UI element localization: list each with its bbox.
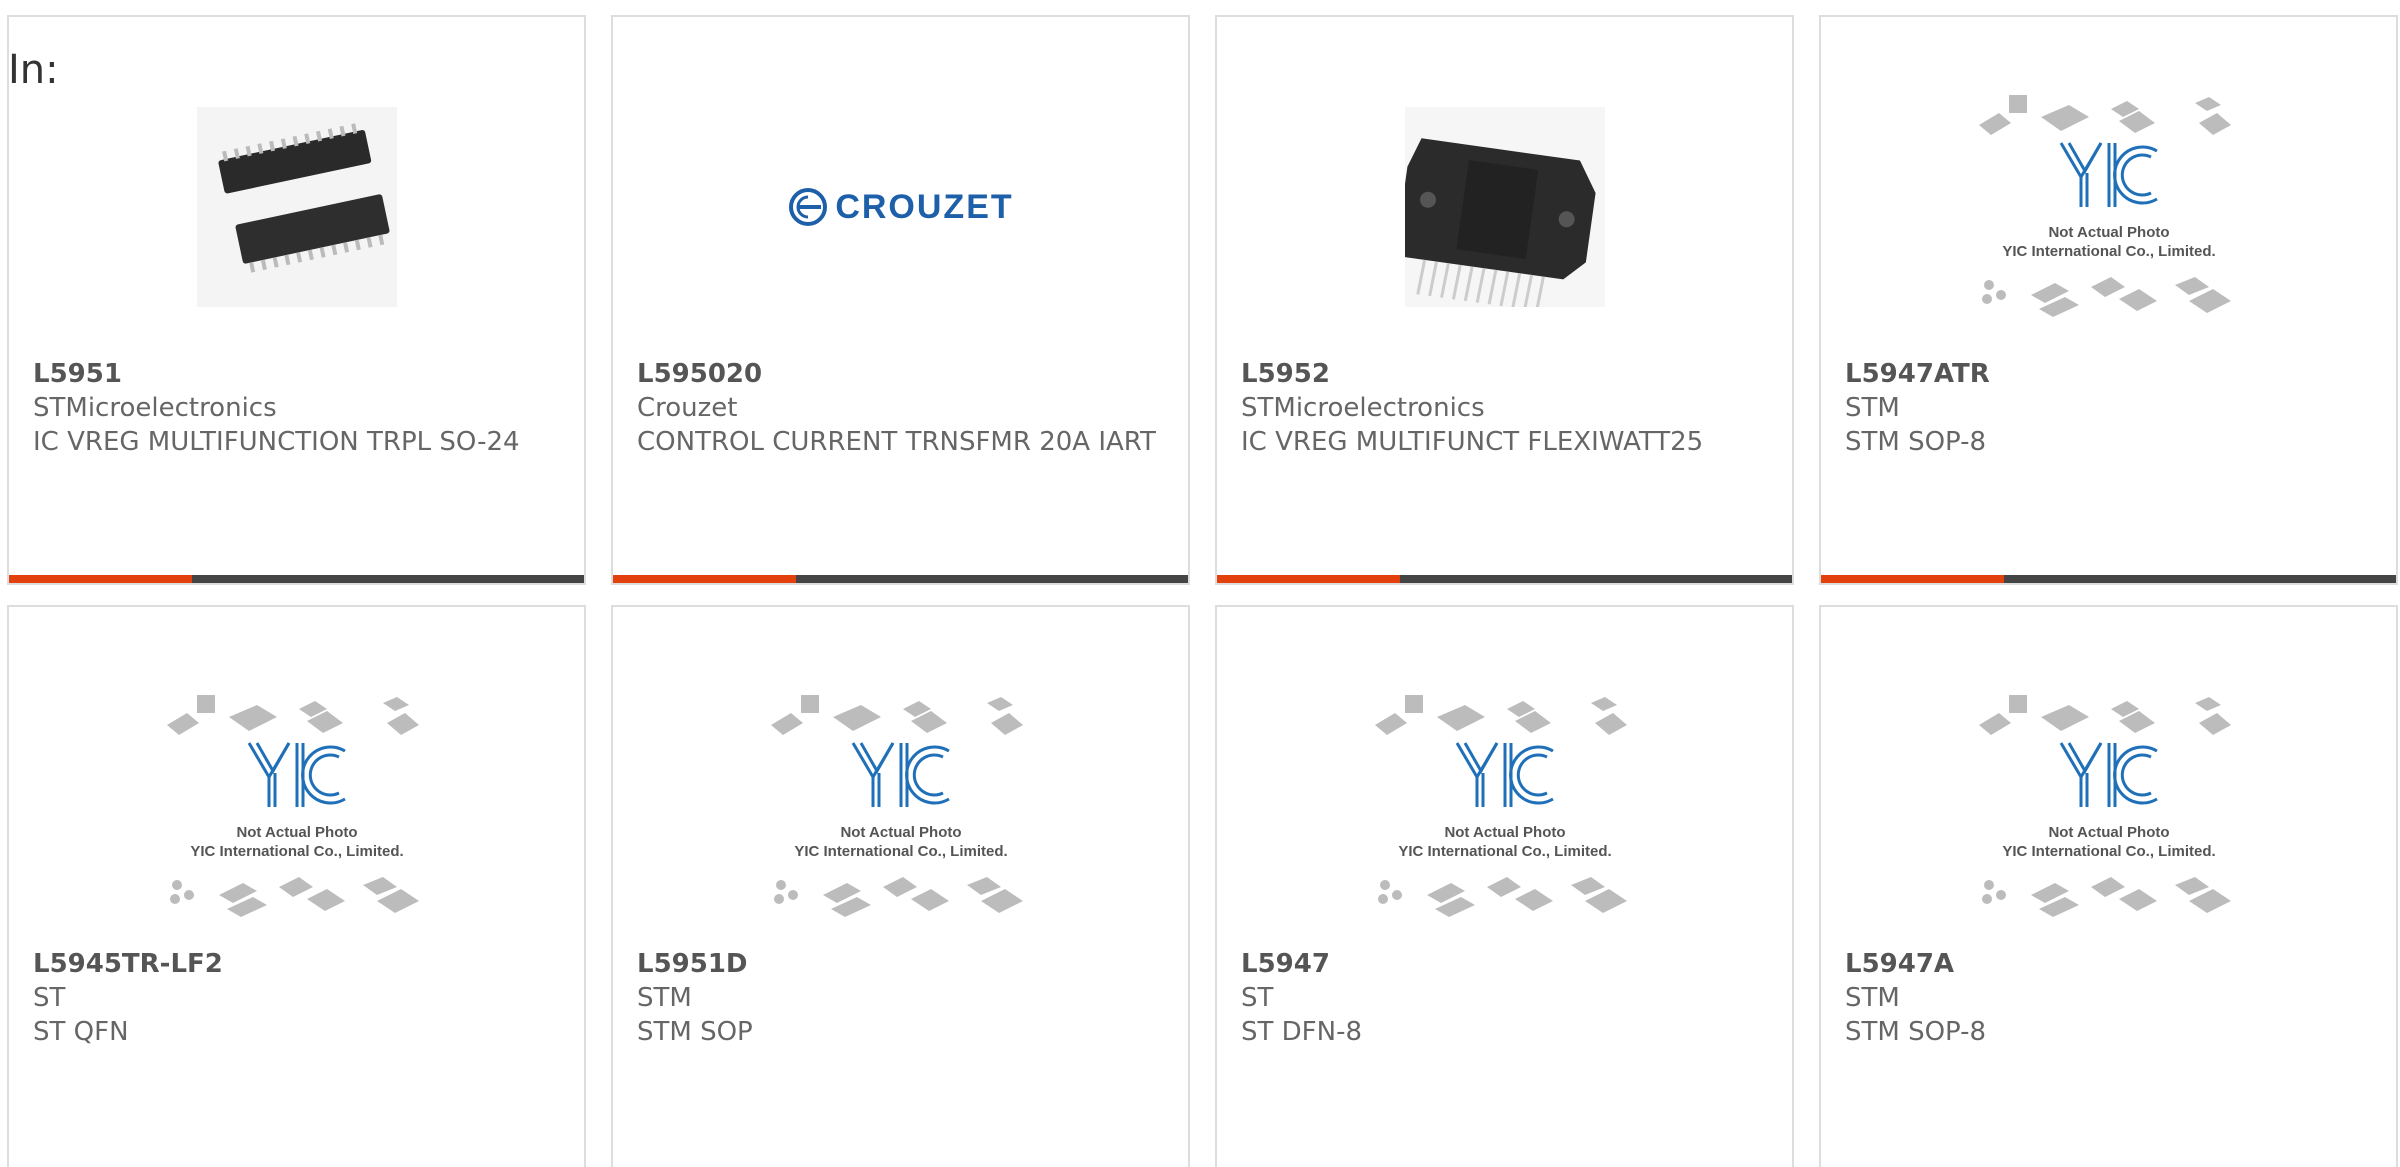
product-card-l5951d[interactable]: Not Actual Photo YIC International Co., … [611,605,1190,1167]
yic-placeholder-image: Not Actual Photo YIC International Co., … [1978,695,2231,917]
product-image [9,87,584,327]
flexiwatt-chip-image [1404,107,1605,307]
placeholder-line2: YIC International Co., Limited. [2002,243,2215,260]
part-number[interactable]: L595020 [637,357,1168,391]
description: ST DFN-8 [1241,1017,1362,1047]
product-info: L5952 STMicroelectronics IC VREG MULTIFU… [1241,357,1772,459]
manufacturer: ST [33,983,66,1013]
placeholder-line1: Not Actual Photo [236,824,357,841]
product-info: L5951 STMicroelectronics IC VREG MULTIFU… [33,357,564,459]
so24-chip-image [196,107,397,307]
product-card-l5945tr-lf2[interactable]: Not Actual Photo YIC International Co., … [7,605,586,1167]
manufacturer: STM [1845,983,1900,1013]
product-info: L5945TR-LF2 ST ST QFN [33,947,564,1049]
product-card-l595020[interactable]: CROUZET L595020 Crouzet CONTROL CURRENT … [611,15,1190,585]
product-image: Not Actual Photo YIC International Co., … [613,687,1188,927]
description: ST QFN [33,1017,129,1047]
part-number[interactable]: L5947A [1845,947,2376,981]
manufacturer: Crouzet [637,393,738,423]
manufacturer: STM [1845,393,1900,423]
card-bar [9,575,584,583]
placeholder-line1: Not Actual Photo [1444,824,1565,841]
part-number[interactable]: L5945TR-LF2 [33,947,564,981]
product-card-l5951[interactable]: L5951 STMicroelectronics IC VREG MULTIFU… [7,15,586,585]
placeholder-line2: YIC International Co., Limited. [794,843,1007,860]
product-card-l5952[interactable]: L5952 STMicroelectronics IC VREG MULTIFU… [1215,15,1794,585]
product-image: Not Actual Photo YIC International Co., … [9,687,584,927]
description: STM SOP-8 [1845,1017,1987,1047]
placeholder-line1: Not Actual Photo [2048,824,2169,841]
manufacturer: STMicroelectronics [33,393,277,423]
yic-placeholder-image: Not Actual Photo YIC International Co., … [166,695,419,917]
placeholder-line2: YIC International Co., Limited. [190,843,403,860]
yic-placeholder-image: Not Actual Photo YIC International Co., … [1978,95,2231,317]
description: IC VREG MULTIFUNCTION TRPL SO-24 [33,427,520,457]
part-number[interactable]: L5951D [637,947,1168,981]
card-bar-accent [1217,575,1400,583]
product-info: L5951D STM STM SOP [637,947,1168,1049]
product-card-l5947atr[interactable]: Not Actual Photo YIC International Co., … [1819,15,2398,585]
product-image: Not Actual Photo YIC International Co., … [1821,87,2396,327]
description: CONTROL CURRENT TRNSFMR 20A IART [637,427,1156,457]
in-label: In: [8,47,59,93]
yic-placeholder-image: Not Actual Photo YIC International Co., … [1374,695,1627,917]
part-number[interactable]: L5952 [1241,357,1772,391]
placeholder-line2: YIC International Co., Limited. [1398,843,1611,860]
card-bar-accent [9,575,192,583]
card-bar-accent [613,575,796,583]
description: IC VREG MULTIFUNCT FLEXIWATT25 [1241,427,1704,457]
product-card-l5947[interactable]: Not Actual Photo YIC International Co., … [1215,605,1794,1167]
yic-placeholder-image: Not Actual Photo YIC International Co., … [770,695,1023,917]
crouzet-logo-text: CROUZET [835,187,1014,226]
card-bar [1821,575,2396,583]
part-number[interactable]: L5947 [1241,947,1772,981]
part-number[interactable]: L5951 [33,357,564,391]
product-image [1217,87,1792,327]
crouzet-logo: CROUZET [787,186,1013,228]
product-info: L5947A STM STM SOP-8 [1845,947,2376,1049]
description: STM SOP-8 [1845,427,1987,457]
product-info: L5947ATR STM STM SOP-8 [1845,357,2376,459]
product-image: CROUZET [613,87,1188,327]
manufacturer: STMicroelectronics [1241,393,1485,423]
card-bar [1217,575,1792,583]
product-info: L5947 ST ST DFN-8 [1241,947,1772,1049]
card-bar-accent [1821,575,2004,583]
manufacturer: ST [1241,983,1274,1013]
description: STM SOP [637,1017,753,1047]
product-card-l5947a[interactable]: Not Actual Photo YIC International Co., … [1819,605,2398,1167]
manufacturer: STM [637,983,692,1013]
placeholder-line1: Not Actual Photo [840,824,961,841]
part-number[interactable]: L5947ATR [1845,357,2376,391]
placeholder-line2: YIC International Co., Limited. [2002,843,2215,860]
product-image: Not Actual Photo YIC International Co., … [1217,687,1792,927]
product-info: L595020 Crouzet CONTROL CURRENT TRNSFMR … [637,357,1168,459]
product-image: Not Actual Photo YIC International Co., … [1821,687,2396,927]
card-bar [613,575,1188,583]
placeholder-line1: Not Actual Photo [2048,224,2169,241]
crouzet-logo-icon [789,188,828,226]
